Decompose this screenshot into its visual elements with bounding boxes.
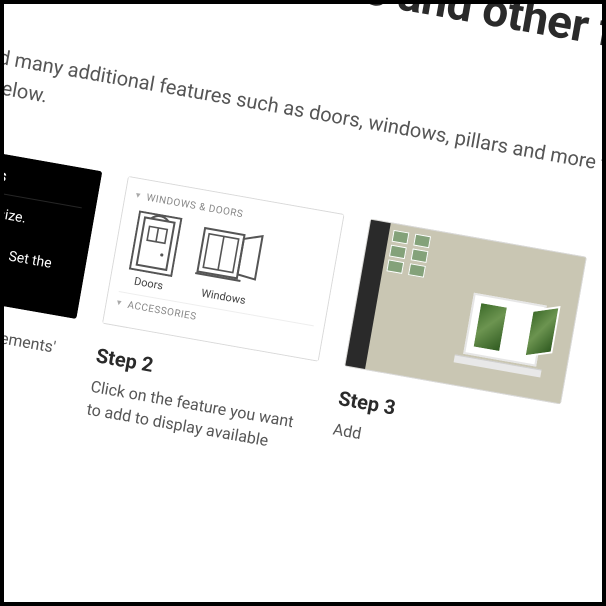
render-sidebar — [345, 219, 390, 368]
window-frame — [463, 292, 547, 366]
placed-window — [452, 291, 560, 386]
step-2: ▾ WINDOWS & DOORS — [85, 175, 345, 458]
chevron-down-icon: ▾ — [135, 191, 142, 202]
windows-doors-panel: ▾ WINDOWS & DOORS — [102, 175, 345, 361]
thumbnail[interactable] — [389, 244, 407, 259]
step-3: Step 3 Add — [331, 218, 587, 478]
window-icon-label: Windows — [200, 286, 247, 307]
thumbnail[interactable] — [408, 263, 426, 278]
window-pane-left — [471, 300, 509, 352]
door-icon-label: Doors — [133, 274, 164, 292]
doors-option[interactable]: Doors — [126, 210, 183, 293]
room-elements-header: Room elements — [0, 145, 87, 208]
windows-option[interactable]: Windows — [191, 221, 267, 308]
step-1: Room elements Choose the room size. Conf… — [0, 133, 102, 384]
thumbnail[interactable] — [413, 233, 431, 248]
room-elements-card: Room elements Choose the room size. Conf… — [0, 133, 102, 319]
chevron-down-icon: ▾ — [116, 298, 123, 309]
thumbnail[interactable] — [410, 248, 428, 263]
window-pane-right — [524, 306, 561, 357]
panel-section-label: ACCESSORIES — [127, 299, 198, 322]
render-thumbnails — [386, 229, 433, 277]
window-icon — [194, 221, 267, 291]
thumbnail[interactable] — [392, 229, 410, 244]
thumbnail[interactable] — [386, 259, 404, 274]
room-render — [344, 218, 587, 404]
door-icon — [129, 210, 183, 277]
